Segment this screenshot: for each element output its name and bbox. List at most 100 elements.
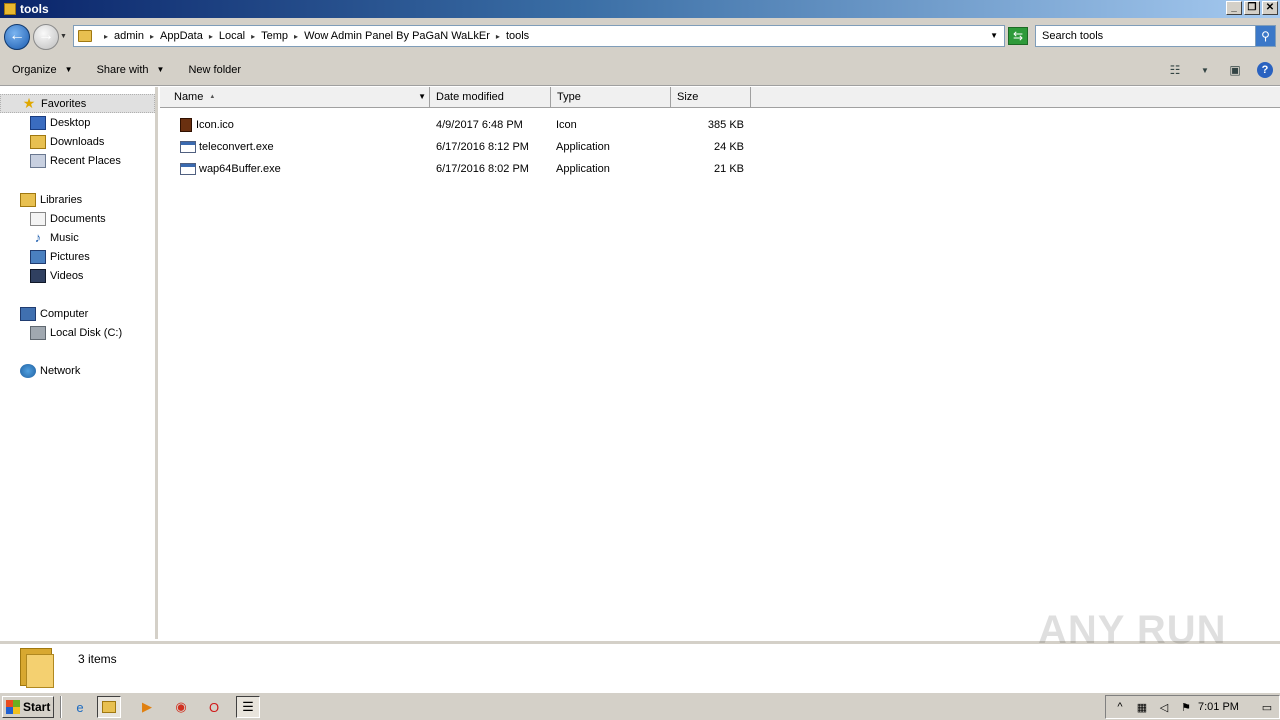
action-center-flag-icon[interactable]: ⚑ <box>1178 701 1194 714</box>
task-window-icon[interactable]: ☰ <box>236 696 260 718</box>
nav-label: Documents <box>50 212 106 225</box>
nav-item-network[interactable]: Network <box>0 361 155 380</box>
chevron-right-icon[interactable]: ▸ <box>209 32 213 41</box>
file-row[interactable]: wap64Buffer.exe 6/17/2016 8:02 PM Applic… <box>172 159 752 179</box>
refresh-button[interactable]: ⇆ <box>1008 27 1028 45</box>
nav-item-documents[interactable]: Documents <box>0 209 155 228</box>
breadcrumb-item[interactable]: admin <box>114 30 144 42</box>
breadcrumb-item[interactable]: Temp <box>261 30 288 42</box>
preview-pane-icon[interactable]: ▣ <box>1225 60 1245 80</box>
network-group: Network <box>0 361 155 380</box>
favorites-group: ★ Favorites Desktop Downloads Recent Pla… <box>0 94 155 170</box>
breadcrumb-item[interactable]: tools <box>506 30 529 42</box>
breadcrumb-item[interactable]: Local <box>219 30 245 42</box>
file-row[interactable]: Icon.ico 4/9/2017 6:48 PM Icon 385 KB <box>172 115 752 135</box>
file-name: Icon.ico <box>196 119 234 131</box>
nav-label: Local Disk (C:) <box>50 326 123 339</box>
opera-icon[interactable]: O <box>202 696 226 718</box>
nav-item-recent-places[interactable]: Recent Places <box>0 151 155 170</box>
share-with-button[interactable]: Share with ▼ <box>85 54 177 85</box>
chevron-down-icon[interactable]: ▼ <box>990 31 998 40</box>
details-pane: 3 items ANY RUN <box>0 608 1280 692</box>
column-label: Name <box>174 91 204 103</box>
help-button[interactable]: ? <box>1255 60 1275 80</box>
new-folder-button[interactable]: New folder <box>176 54 253 85</box>
file-type: Icon <box>556 119 577 131</box>
nav-item-desktop[interactable]: Desktop <box>0 113 155 132</box>
star-icon: ★ <box>22 95 36 111</box>
column-header-name[interactable]: Name ▲ ▼ <box>160 87 430 108</box>
show-desktop-icon[interactable]: ▭ <box>1259 701 1275 714</box>
chevron-right-icon[interactable]: ▸ <box>496 32 500 41</box>
taskbar: Start e ▶ ◉ O ☰ ^ ▦ ◁ ⚑ 7:01 PM ▭ <box>0 692 1280 720</box>
start-button[interactable]: Start <box>2 696 54 718</box>
navigation-pane: ★ Favorites Desktop Downloads Recent Pla… <box>0 87 158 639</box>
item-count: 3 items <box>78 652 117 666</box>
search-input[interactable] <box>1042 30 1242 42</box>
chevron-right-icon[interactable]: ▸ <box>294 32 298 41</box>
downloads-icon <box>30 134 46 149</box>
explorer-taskbar-icon[interactable] <box>97 696 121 718</box>
clock[interactable]: 7:01 PM <box>1198 701 1239 713</box>
exe-file-icon <box>180 163 196 175</box>
back-button[interactable]: ← <box>4 24 30 50</box>
close-button[interactable]: ✕ <box>1262 1 1278 15</box>
nav-item-local-disk[interactable]: Local Disk (C:) <box>0 323 155 342</box>
file-size: 385 KB <box>707 119 744 131</box>
view-options-icon[interactable]: ☷ <box>1165 60 1185 80</box>
nav-label: Network <box>40 364 81 377</box>
chevron-right-icon[interactable]: ▸ <box>251 32 255 41</box>
title-bar[interactable]: tools _ ❐ ✕ <box>0 0 1280 18</box>
nav-item-pictures[interactable]: Pictures <box>0 247 155 266</box>
forward-button[interactable]: → <box>33 24 59 50</box>
recent-places-icon <box>30 153 46 168</box>
volume-icon[interactable]: ◁ <box>1156 701 1172 714</box>
nav-item-music[interactable]: ♪ Music <box>0 228 155 247</box>
chrome-icon[interactable]: ◉ <box>169 696 193 718</box>
organize-button[interactable]: Organize ▼ <box>0 54 85 85</box>
nav-item-libraries[interactable]: Libraries <box>0 190 155 209</box>
address-bar[interactable]: ▸ admin ▸ AppData ▸ Local ▸ Temp ▸ Wow A… <box>73 25 1005 47</box>
file-row[interactable]: teleconvert.exe 6/17/2016 8:12 PM Applic… <box>172 137 752 157</box>
breadcrumb-item[interactable]: AppData <box>160 30 203 42</box>
search-box[interactable]: ⚲ <box>1035 25 1276 47</box>
libraries-icon <box>20 192 36 207</box>
file-name: teleconvert.exe <box>199 141 274 153</box>
network-icon <box>20 363 36 378</box>
column-header-date[interactable]: Date modified <box>430 87 551 108</box>
breadcrumb: ▸ admin ▸ AppData ▸ Local ▸ Temp ▸ Wow A… <box>98 30 529 42</box>
nav-item-favorites[interactable]: ★ Favorites <box>0 94 155 113</box>
nav-item-computer[interactable]: Computer <box>0 304 155 323</box>
nav-item-videos[interactable]: Videos <box>0 266 155 285</box>
column-header-size[interactable]: Size <box>671 87 751 108</box>
sort-ascending-icon: ▲ <box>209 94 216 100</box>
hard-disk-icon <box>30 325 46 340</box>
nav-label: Pictures <box>50 250 90 263</box>
window-controls: _ ❐ ✕ <box>1226 1 1278 15</box>
breadcrumb-item[interactable]: Wow Admin Panel By PaGaN WaLkEr <box>304 30 490 42</box>
computer-group: Computer Local Disk (C:) <box>0 304 155 342</box>
taskbar-separator <box>60 696 62 718</box>
minimize-button[interactable]: _ <box>1226 1 1242 15</box>
videos-icon <box>30 268 46 283</box>
show-hidden-icons-icon[interactable]: ^ <box>1112 701 1128 713</box>
network-tray-icon[interactable]: ▦ <box>1134 701 1150 714</box>
chevron-right-icon[interactable]: ▸ <box>104 32 108 41</box>
restore-button[interactable]: ❐ <box>1244 1 1260 15</box>
nav-label: Downloads <box>50 135 105 148</box>
search-icon[interactable]: ⚲ <box>1255 26 1275 46</box>
internet-explorer-icon[interactable]: e <box>68 696 92 718</box>
chevron-down-icon[interactable]: ▼ <box>1195 60 1215 80</box>
nav-item-downloads[interactable]: Downloads <box>0 132 155 151</box>
chevron-right-icon[interactable]: ▸ <box>150 32 154 41</box>
file-date: 4/9/2017 6:48 PM <box>436 119 523 131</box>
file-date: 6/17/2016 8:12 PM <box>436 141 529 153</box>
windows-logo-icon <box>6 700 20 714</box>
computer-icon <box>20 306 36 321</box>
history-dropdown-icon[interactable]: ▼ <box>60 33 67 40</box>
system-tray: ^ ▦ ◁ ⚑ 7:01 PM ▭ <box>1105 695 1280 719</box>
media-player-icon[interactable]: ▶ <box>135 696 159 718</box>
column-label: Size <box>677 91 699 103</box>
column-header-type[interactable]: Type <box>551 87 671 108</box>
chevron-down-icon[interactable]: ▼ <box>418 92 426 101</box>
